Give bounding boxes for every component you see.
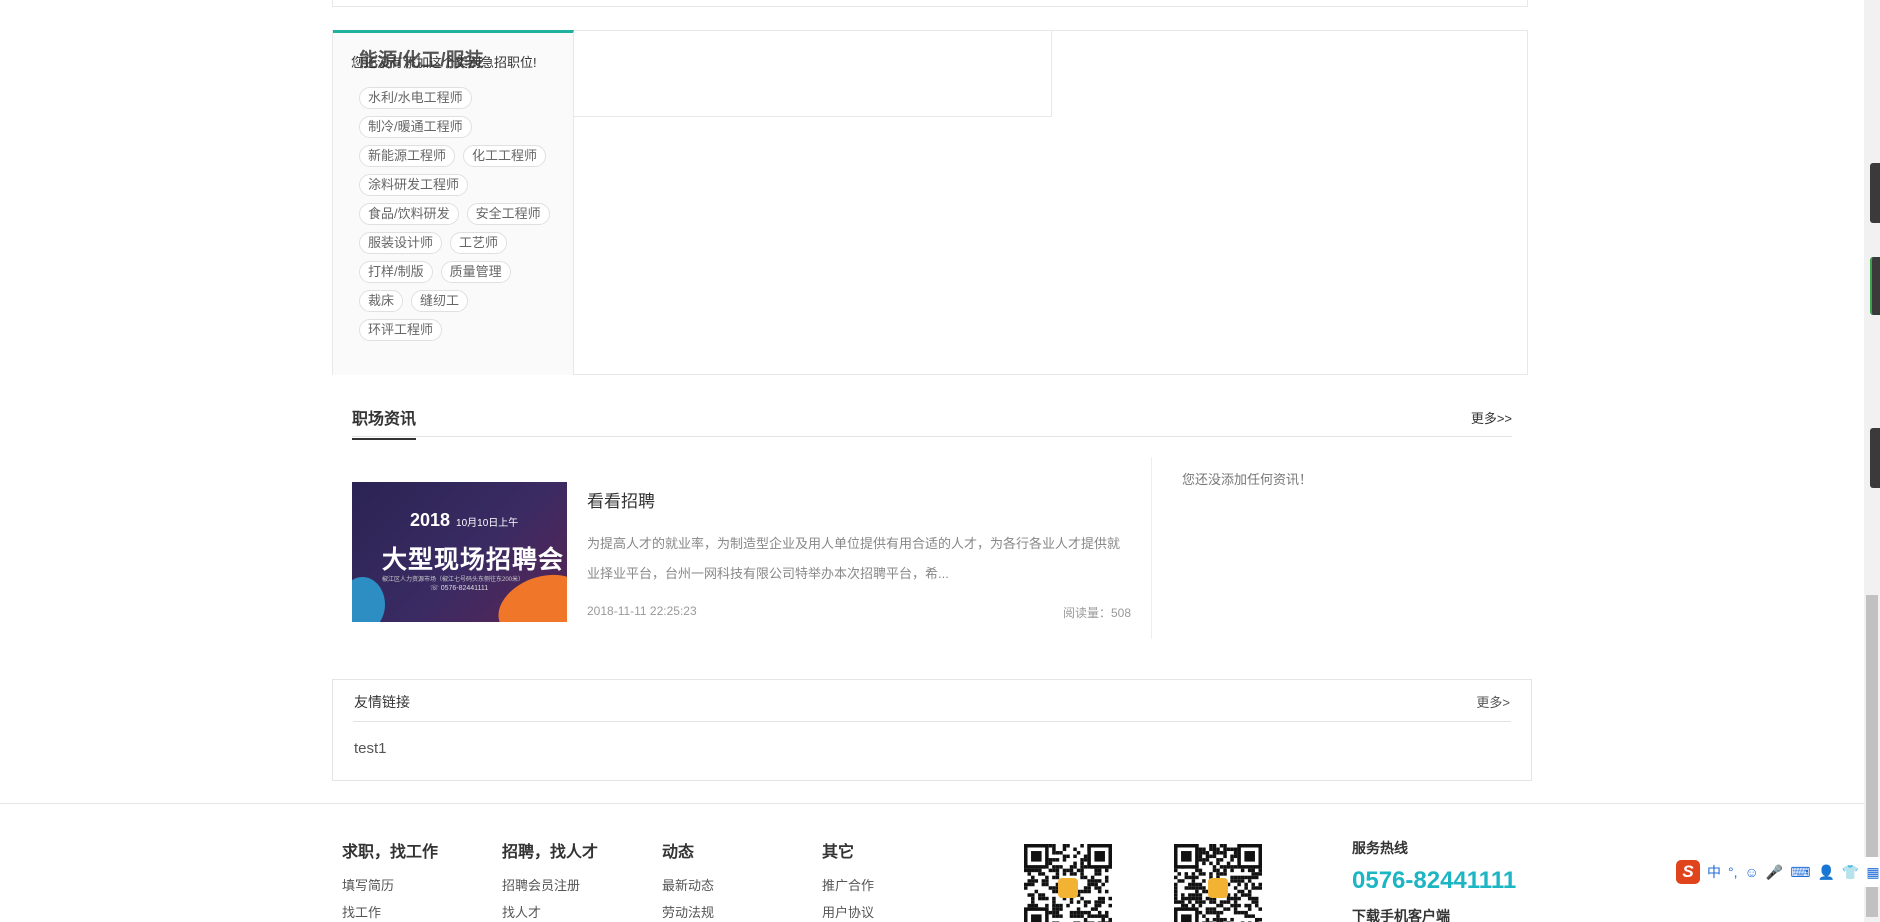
footer-column-jobseeker: 求职，找工作 填写简历 找工作 [342, 838, 438, 922]
ime-toolbar: S 中 °, ☺ 🎤 ⌨ 👤 👕 ▦ [1672, 857, 1880, 887]
footer-link[interactable]: 劳动法规 [662, 902, 714, 921]
thumbnail-year: 2018 10月10日上午 [410, 510, 519, 530]
tag-row: 新能源工程师 化工工程师 [359, 141, 564, 170]
ime-emoji-icon[interactable]: ☺ [1745, 864, 1759, 880]
footer-column-title: 求职，找工作 [342, 844, 439, 861]
thumbnail-decoration [352, 577, 385, 622]
job-category-tag[interactable]: 缝纫工 [411, 289, 469, 312]
job-category-tag[interactable]: 食品/饮料研发 [359, 202, 459, 225]
footer-divider [0, 803, 1864, 804]
ime-chinese-mode-icon[interactable]: 中 [1707, 862, 1721, 882]
footer-link[interactable]: 填写简历 [342, 875, 438, 894]
news-more-link[interactable]: 更多>> [1471, 408, 1512, 427]
footer-column-employer: 招聘，找人才 招聘会员注册 找人才 [502, 838, 598, 922]
tag-row: 打样/制版 质量管理 [359, 257, 564, 286]
footer-link[interactable]: 用户协议 [822, 902, 874, 921]
job-category-tag[interactable]: 化工工程师 [463, 144, 547, 167]
news-header: 职场资讯 更多>> [352, 400, 1512, 440]
download-app-label[interactable]: 下载手机客户端 [1352, 906, 1450, 922]
news-article-description: 为提高人才的就业率，为制造型企业及用人单位提供有用合适的人才，为各行各业人才提供… [587, 536, 1121, 581]
side-widget[interactable] [1870, 163, 1880, 223]
footer-link[interactable]: 推广合作 [822, 875, 874, 894]
hotline-label: 服务热线 [1352, 840, 1408, 856]
category-block: 能源/化工/服装 水利/水电工程师 制冷/暖通工程师 新能源工程师 化工工程师 涂料研发… [332, 30, 1528, 375]
footer-link[interactable]: 找人才 [502, 902, 598, 921]
sogou-logo-icon[interactable]: S [1676, 860, 1700, 884]
footer-column-title: 招聘，找人才 [502, 844, 599, 861]
job-category-tag[interactable]: 水利/水电工程师 [359, 86, 472, 109]
tag-row: 环评工程师 [359, 315, 564, 344]
thumbnail-phone: ☏ 0576-82441111 [430, 585, 489, 592]
ime-skin-icon[interactable]: 👕 [1842, 864, 1859, 881]
news-empty-message: 您还没添加任何资讯！ [1182, 472, 1313, 487]
thumbnail-address: 椒江区人力资源市场（椒江七号码头东侧往东200米） [382, 577, 525, 583]
tag-row: 服装设计师 工艺师 [359, 228, 564, 257]
job-category-tag[interactable]: 工艺师 [450, 231, 508, 254]
news-article-title[interactable]: 看看招聘 [587, 487, 655, 512]
ime-voice-icon[interactable]: 🎤 [1766, 864, 1783, 881]
footer-link[interactable]: 招聘会员注册 [502, 875, 598, 894]
tag-row: 水利/水电工程师 [359, 83, 564, 112]
side-widget[interactable] [1870, 428, 1880, 488]
footer-column-title: 动态 [662, 844, 695, 861]
friendly-links-title: 友情链接 [354, 694, 410, 710]
category-tags: 水利/水电工程师 制冷/暖通工程师 新能源工程师 化工工程师 涂料研发工程师 食品/饮料研… [359, 83, 564, 344]
footer-column-other: 其它 推广合作 用户协议 [822, 838, 874, 922]
friendly-links-panel: 友情链接 更多> test1 [332, 679, 1532, 781]
news-divider [1151, 457, 1152, 639]
footer-link[interactable]: 找工作 [342, 902, 438, 921]
tag-row: 制冷/暖通工程师 [359, 112, 564, 141]
previous-section-border [332, 0, 1528, 7]
job-category-tag[interactable]: 裁床 [359, 289, 404, 312]
qr-code-app [1172, 842, 1277, 922]
news-tab[interactable]: 职场资讯 [352, 405, 417, 440]
friendly-links-divider [353, 721, 1511, 722]
urgent-jobs-empty-message: 您还没有添加这个类别急招职位! [351, 55, 537, 70]
urgent-jobs-box [574, 31, 1052, 117]
tag-row: 食品/饮料研发 安全工程师 [359, 199, 564, 228]
friendly-links-more[interactable]: 更多> [1476, 692, 1510, 711]
job-category-tag[interactable]: 安全工程师 [466, 202, 550, 225]
category-sidebar: 能源/化工/服装 水利/水电工程师 制冷/暖通工程师 新能源工程师 化工工程师 涂料研发… [333, 30, 574, 375]
qr-code-wechat [1022, 842, 1127, 922]
job-category-tag[interactable]: 环评工程师 [359, 318, 443, 341]
job-category-tag[interactable]: 服装设计师 [359, 231, 443, 254]
thumbnail-headline: 大型现场招聘会 [382, 546, 565, 574]
ime-punctuation-icon[interactable]: °, [1728, 864, 1738, 880]
ime-keyboard-icon[interactable]: ⌨ [1790, 864, 1810, 881]
footer-column-title: 其它 [822, 844, 855, 861]
news-article-date: 2018-11-11 22:25:23 [587, 604, 697, 618]
footer-column-news: 动态 最新动态 劳动法规 [662, 838, 714, 922]
tag-row: 涂料研发工程师 [359, 170, 564, 199]
footer-link[interactable]: 最新动态 [662, 875, 714, 894]
job-category-tag[interactable]: 打样/制版 [359, 260, 433, 283]
ime-toolbox-icon[interactable]: ▦ [1866, 864, 1879, 881]
news-thumbnail[interactable]: 2018 10月10日上午 大型现场招聘会 椒江区人力资源市场（椒江七号码头东侧往… [352, 482, 567, 622]
ime-user-icon[interactable]: 👤 [1817, 864, 1834, 881]
job-category-tag[interactable]: 质量管理 [440, 260, 511, 283]
page: 能源/化工/服装 水利/水电工程师 制冷/暖通工程师 新能源工程师 化工工程师 涂料研发… [0, 0, 1880, 922]
tag-row: 裁床 缝纫工 [359, 286, 564, 315]
friendly-link-item[interactable]: test1 [354, 740, 387, 757]
side-widget[interactable] [1870, 257, 1880, 315]
news-article-reads: 阅读量：508 [1062, 606, 1131, 620]
hotline-number: 0576-82441111 [1352, 867, 1517, 894]
job-category-tag[interactable]: 涂料研发工程师 [359, 173, 469, 196]
job-category-tag[interactable]: 新能源工程师 [359, 144, 456, 167]
job-category-tag[interactable]: 制冷/暖通工程师 [359, 115, 472, 138]
